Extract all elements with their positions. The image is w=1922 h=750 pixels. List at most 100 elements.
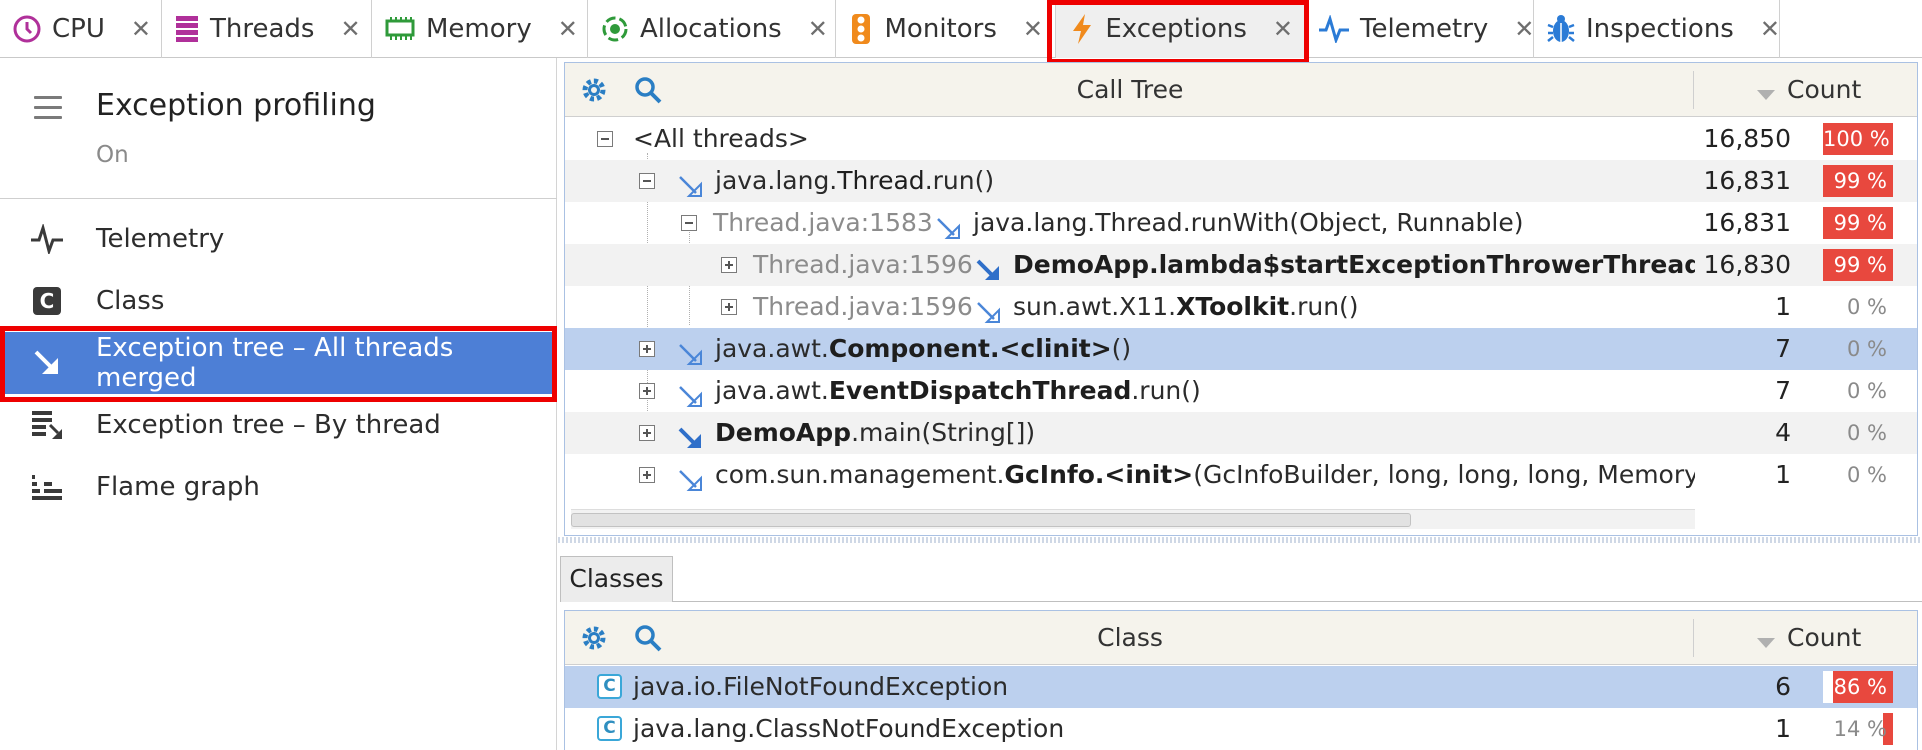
- close-icon[interactable]: ✕: [340, 15, 360, 43]
- expand-icon[interactable]: [721, 299, 737, 315]
- percent-value: 0 %: [1847, 463, 1887, 487]
- count-header-label: Count: [1787, 75, 1862, 104]
- expand-icon[interactable]: [639, 425, 655, 441]
- tab-inspections[interactable]: Inspections ✕: [1534, 0, 1780, 58]
- scrollbar-thumb[interactable]: [571, 513, 1411, 527]
- expand-icon[interactable]: [639, 341, 655, 357]
- table-row-selected[interactable]: C java.io.FileNotFoundException 6 86 %: [565, 666, 1917, 708]
- traffic-light-icon: [848, 13, 875, 45]
- close-icon[interactable]: ✕: [131, 15, 151, 43]
- horizontal-scrollbar[interactable]: [571, 509, 1695, 529]
- profiling-status[interactable]: On: [96, 142, 129, 168]
- expand-icon[interactable]: [721, 257, 737, 273]
- thread-tree-icon: [30, 408, 64, 442]
- sidebar-item-label: Telemetry: [96, 224, 225, 254]
- tab-label: Monitors: [884, 14, 997, 44]
- exception-method-icon: [677, 463, 703, 491]
- view-selector-sidebar: Exception profiling On Telemetry C Class…: [0, 58, 557, 750]
- count-column-header[interactable]: Count: [1757, 63, 1861, 117]
- table-row[interactable]: Thread.java:1596 sun.awt.X11.XToolkit.ru…: [565, 286, 1917, 328]
- tab-label: CPU: [52, 14, 105, 44]
- view-tab-bar: CPU ✕ Threads ✕ Memory ✕ Allocations ✕ M…: [0, 0, 1922, 58]
- allocations-icon: [600, 13, 630, 45]
- expand-icon[interactable]: [639, 467, 655, 483]
- pulse-icon: [30, 222, 64, 256]
- sidebar-item-exception-tree-by-thread[interactable]: Exception tree – By thread: [0, 394, 557, 456]
- column-divider[interactable]: [1693, 71, 1694, 109]
- sidebar-item-label: Exception tree – All threads merged: [96, 333, 454, 393]
- sidebar-item-flame-graph[interactable]: Flame graph: [0, 456, 557, 518]
- exception-method-icon: [935, 211, 961, 239]
- class-column-header[interactable]: Class: [565, 611, 1695, 665]
- collapse-icon[interactable]: [639, 173, 655, 189]
- percent-bar: 14 %: [1823, 713, 1893, 745]
- sidebar-item-telemetry[interactable]: Telemetry: [0, 208, 557, 270]
- percent-value: 0 %: [1847, 295, 1887, 319]
- class-icon: C: [597, 674, 622, 699]
- tab-monitors[interactable]: Monitors ✕: [836, 0, 1056, 58]
- table-row[interactable]: java.awt.EventDispatchThread.run() 7 0 %: [565, 370, 1917, 412]
- clock-icon: [12, 13, 42, 45]
- arrow-down-right-icon: [30, 346, 64, 380]
- exception-method-icon: [975, 295, 1001, 323]
- close-icon[interactable]: ✕: [558, 15, 578, 43]
- count-value: 7: [1775, 334, 1791, 363]
- tab-threads[interactable]: Threads ✕: [162, 0, 372, 58]
- tab-classes[interactable]: Classes: [560, 556, 673, 602]
- expand-icon[interactable]: [639, 383, 655, 399]
- flame-graph-icon: [30, 470, 64, 504]
- percent-value: 0 %: [1847, 421, 1887, 445]
- table-row[interactable]: C java.lang.ClassNotFoundException 1 14 …: [565, 708, 1917, 750]
- sidebar-item-class[interactable]: C Class: [0, 270, 557, 332]
- table-row[interactable]: com.sun.management.GcInfo.<init>(GcInfoB…: [565, 454, 1917, 496]
- class-icon: C: [30, 284, 64, 318]
- table-row[interactable]: Thread.java:1596 DemoApp.lambda$startExc…: [565, 244, 1917, 286]
- close-icon[interactable]: ✕: [1273, 15, 1293, 43]
- panel-splitter[interactable]: [558, 537, 1922, 543]
- collapse-icon[interactable]: [597, 131, 613, 147]
- method-name: java.lang.Thread.run(): [715, 166, 995, 195]
- table-row[interactable]: DemoApp.main(String[]) 4 0 %: [565, 412, 1917, 454]
- class-name: java.lang.ClassNotFoundException: [633, 714, 1065, 743]
- hamburger-menu-icon[interactable]: [34, 96, 62, 126]
- percent-value: 0 %: [1847, 379, 1887, 403]
- exception-method-icon: [677, 379, 703, 407]
- class-name: java.io.FileNotFoundException: [633, 672, 1009, 701]
- exception-method-icon: [975, 253, 1001, 280]
- source-location: Thread.java:1596: [753, 250, 973, 279]
- classes-header: Class Count: [565, 611, 1917, 665]
- lightning-icon: [1068, 13, 1095, 45]
- close-icon[interactable]: ✕: [1023, 15, 1043, 43]
- call-tree-panel: Call Tree Count <All threads> 16,850 100…: [564, 62, 1918, 536]
- method-name: java.lang.Thread.runWith(Object, Runnabl…: [973, 208, 1524, 237]
- close-icon[interactable]: ✕: [808, 15, 828, 43]
- table-row-selected[interactable]: java.awt.Component.<clinit>() 7 0 %: [565, 328, 1917, 370]
- column-divider[interactable]: [1693, 619, 1694, 657]
- bug-icon: [1546, 13, 1576, 45]
- percent-bar: 99 %: [1823, 249, 1893, 281]
- call-tree-column-header[interactable]: Call Tree: [565, 63, 1695, 117]
- percent-bar: 99 %: [1823, 165, 1893, 197]
- tab-allocations[interactable]: Allocations ✕: [588, 0, 836, 58]
- close-icon[interactable]: ✕: [1760, 15, 1780, 43]
- count-value: 16,831: [1703, 208, 1791, 237]
- tab-telemetry[interactable]: Telemetry ✕: [1306, 0, 1534, 58]
- pulse-icon: [1318, 13, 1350, 45]
- tab-cpu[interactable]: CPU ✕: [0, 0, 162, 58]
- call-tree-node-label: <All threads>: [633, 124, 809, 153]
- tab-exceptions[interactable]: Exceptions ✕: [1056, 0, 1306, 58]
- table-row[interactable]: java.lang.Thread.run() 16,831 99 %: [565, 160, 1917, 202]
- exception-method-icon: [677, 337, 703, 365]
- percent-bar: 86 %: [1823, 671, 1893, 703]
- percent-bar: 99 %: [1823, 207, 1893, 239]
- tab-memory[interactable]: Memory ✕: [372, 0, 588, 58]
- collapse-icon[interactable]: [681, 215, 697, 231]
- table-row[interactable]: Thread.java:1583 java.lang.Thread.runWit…: [565, 202, 1917, 244]
- sidebar-item-exception-tree-all-threads[interactable]: Exception tree – All threads merged: [0, 332, 557, 394]
- tab-label: Telemetry: [1360, 14, 1489, 44]
- table-row[interactable]: <All threads> 16,850 100 %: [565, 118, 1917, 160]
- close-icon[interactable]: ✕: [1514, 15, 1534, 43]
- count-column-header[interactable]: Count: [1757, 611, 1861, 665]
- tab-label: Exceptions: [1105, 14, 1247, 44]
- tab-label: Threads: [210, 14, 315, 44]
